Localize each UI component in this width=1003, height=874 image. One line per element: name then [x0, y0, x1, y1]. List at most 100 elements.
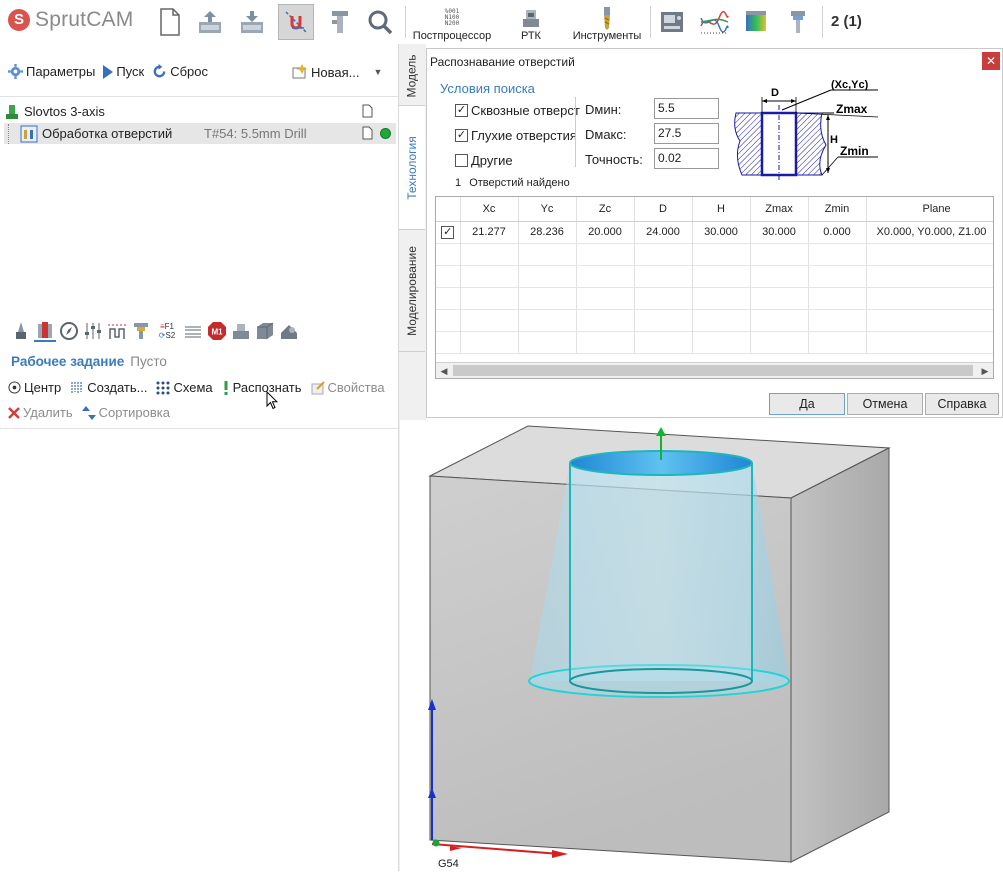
column-header[interactable]: Plane — [866, 197, 993, 222]
diagram-zmin-label: Zmin — [840, 144, 869, 158]
exclamation-icon — [224, 380, 228, 395]
tool-change-button[interactable] — [130, 320, 152, 342]
workpiece-button[interactable] — [278, 320, 300, 342]
checkbox-unchecked-icon — [455, 154, 468, 167]
column-header[interactable]: Zc — [576, 197, 635, 222]
tool-holder-button[interactable] — [780, 4, 816, 40]
center-action[interactable]: Центр — [8, 380, 61, 395]
tools-button[interactable]: Инструменты — [568, 2, 646, 42]
cs-label: G54 — [438, 858, 459, 870]
save-file-button[interactable] — [234, 4, 270, 40]
compass-button[interactable] — [58, 320, 80, 342]
left-panel: Параметры Пуск Сброс Новая... ▼ Slovtos … — [0, 48, 398, 871]
row-checkbox[interactable]: ✓ — [436, 221, 461, 244]
sprutcam-logo-icon: S — [8, 9, 30, 31]
3d-viewport[interactable]: G54 — [400, 420, 1003, 871]
scroll-right-icon[interactable]: ▶ — [977, 363, 993, 378]
cancel-button[interactable]: Отмена — [847, 393, 923, 415]
project-counter: 2 (1) — [831, 13, 862, 30]
new-operation-button[interactable]: Новая... ▼ — [292, 64, 382, 80]
tab-model[interactable]: Модель — [399, 46, 425, 106]
tree-item-machine[interactable]: Slovtos 3-axis — [4, 101, 396, 122]
close-button[interactable]: ✕ — [982, 52, 1000, 70]
sliders-button[interactable] — [82, 320, 104, 342]
help-button[interactable]: Справка — [925, 393, 999, 415]
zoom-button[interactable] — [362, 4, 398, 40]
column-header[interactable]: H — [692, 197, 751, 222]
graph-button[interactable] — [696, 4, 732, 40]
feed-spindle-button[interactable]: ≡F1 ⟳S2 — [154, 320, 180, 342]
run-button[interactable]: Пуск — [103, 64, 144, 79]
column-header[interactable]: Zmax — [750, 197, 809, 222]
parameters-button[interactable]: Параметры — [8, 64, 95, 79]
rtk-button[interactable]: РТК — [514, 2, 548, 42]
scrollbar-thumb[interactable] — [453, 365, 973, 376]
job-header: Рабочее задание Пусто — [11, 354, 167, 369]
job-state: Пусто — [130, 354, 167, 369]
compass-icon — [60, 322, 78, 340]
column-header[interactable]: D — [634, 197, 693, 222]
column-header[interactable]: Yc — [518, 197, 577, 222]
ok-button[interactable]: Да — [769, 393, 845, 415]
postprocessor-button[interactable]: %001 N100 N200 Постпроцессор — [410, 2, 494, 43]
recognize-action[interactable]: Распознать — [222, 380, 302, 395]
delete-x-icon — [8, 406, 20, 419]
sort-label: Сортировка — [98, 405, 170, 420]
tool-holder-icon — [791, 11, 805, 33]
dmax-input[interactable]: 27.5 — [654, 123, 719, 144]
coolant-button[interactable] — [182, 320, 204, 342]
column-header[interactable]: Xc — [460, 197, 519, 222]
probe-button[interactable] — [10, 320, 32, 342]
machine-tree-icon — [6, 104, 18, 119]
tab-technology[interactable]: Технология — [399, 106, 425, 230]
hole-feature-button[interactable] — [34, 320, 56, 342]
machine-panel-button[interactable] — [654, 4, 690, 40]
column-header[interactable]: Zmin — [808, 197, 867, 222]
new-file-button[interactable] — [152, 4, 188, 40]
empty-row — [436, 309, 993, 332]
scroll-left-icon[interactable]: ◀ — [436, 363, 452, 378]
tree-item-operation[interactable]: Обработка отверстий T#54: 5.5mm Drill — [4, 123, 396, 144]
snap-magnet-button[interactable] — [278, 4, 314, 40]
mouse-cursor-icon — [266, 391, 278, 410]
table-cell: 0.000 — [808, 221, 867, 244]
coolant-icon — [185, 326, 201, 338]
play-icon — [103, 64, 114, 79]
dmin-input[interactable]: 5.5 — [654, 98, 719, 119]
stock-button[interactable] — [254, 320, 276, 342]
workpiece-icon — [281, 325, 297, 339]
svg-text:M1: M1 — [211, 328, 223, 337]
tree-connector — [8, 123, 20, 144]
run-label: Пуск — [116, 64, 145, 79]
properties-label: Свойства — [327, 380, 385, 395]
toolbar-separator — [405, 6, 406, 38]
holes-table[interactable]: Xc Yc Zc D H Zmax Zmin Plane ✓ 21.277 28… — [435, 196, 994, 379]
tab-simulation[interactable]: Моделирование — [399, 230, 425, 352]
sort-action[interactable]: Сортировка — [81, 405, 170, 420]
delete-action[interactable]: Удалить — [8, 405, 73, 420]
toolbar-separator — [822, 6, 823, 38]
fixture-button[interactable] — [230, 320, 252, 342]
m1-stop-button[interactable]: M1 — [206, 320, 228, 342]
diagram-leader — [821, 156, 839, 176]
tolerance-input[interactable]: 0.02 — [654, 148, 719, 169]
hole-axis-arrow-icon — [656, 427, 666, 436]
reset-button[interactable]: Сброс — [152, 64, 208, 79]
table-row[interactable]: ✓ 21.277 28.236 20.000 24.000 30.000 30.… — [436, 221, 993, 244]
horizontal-scrollbar[interactable]: ◀ ▶ — [436, 362, 993, 378]
diagram-zmax-label: Zmax — [836, 102, 868, 116]
scheme-action[interactable]: Схема — [156, 380, 213, 395]
color-map-button[interactable] — [738, 4, 774, 40]
magnet-snap-icon — [285, 11, 307, 33]
diagram-leader — [781, 89, 832, 111]
caliper-button[interactable] — [322, 4, 358, 40]
postprocessor-label: Постпроцессор — [412, 30, 492, 42]
through-holes-checkbox[interactable]: ✓ Сквозные отверст — [455, 103, 580, 118]
blind-holes-checkbox[interactable]: ✓ Глухие отверстия — [455, 128, 577, 143]
open-file-button[interactable] — [192, 4, 228, 40]
create-action[interactable]: Создать... — [70, 380, 147, 395]
properties-action[interactable]: Свойства — [311, 380, 385, 395]
center-target-icon — [8, 381, 21, 394]
toolpath-button[interactable] — [106, 320, 128, 342]
other-holes-checkbox[interactable]: Другие — [455, 153, 513, 168]
